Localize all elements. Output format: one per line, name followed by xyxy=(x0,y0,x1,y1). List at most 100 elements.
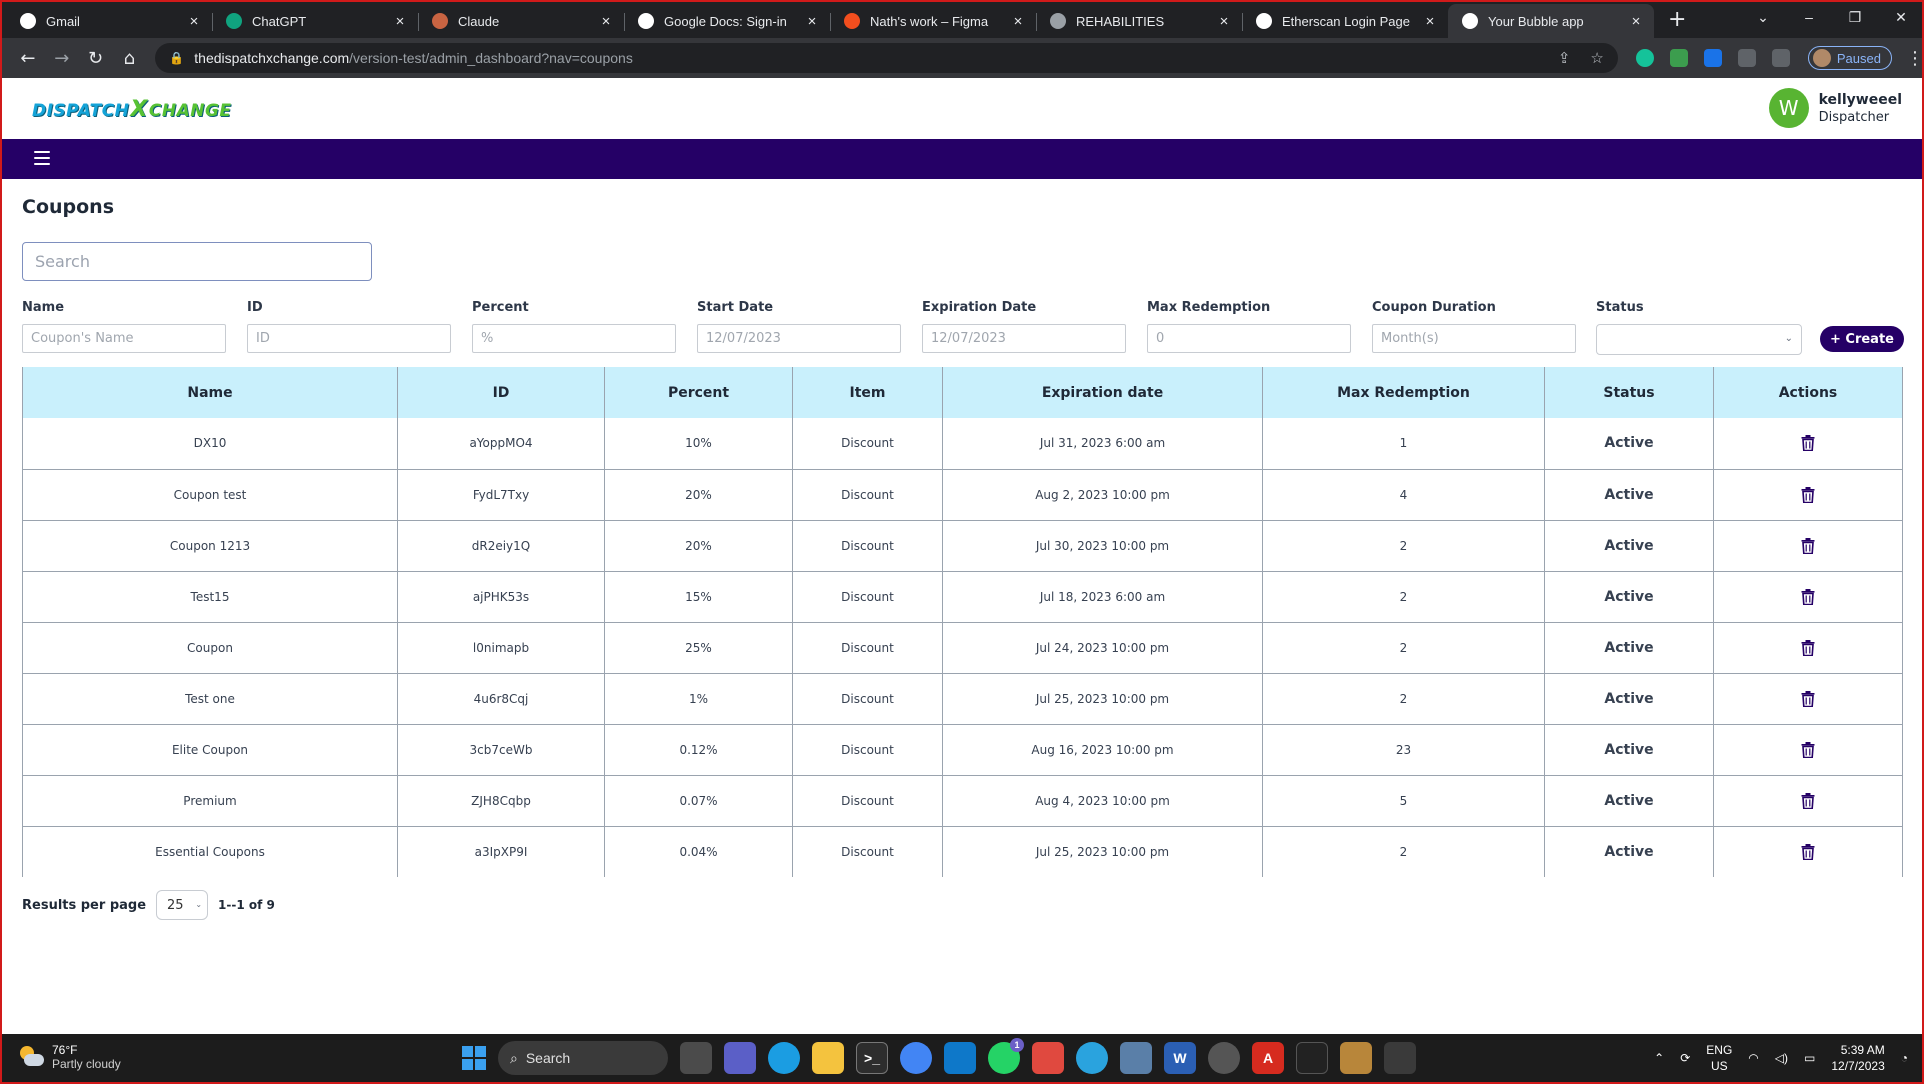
close-tab-icon[interactable]: × xyxy=(1628,13,1644,30)
bookmark-star-icon[interactable]: ☆ xyxy=(1590,49,1603,67)
coupon-name-field[interactable] xyxy=(22,324,226,353)
trash-icon[interactable] xyxy=(1801,741,1815,758)
column-header[interactable]: Max Redemption xyxy=(1262,367,1545,418)
column-header[interactable]: ID xyxy=(397,367,605,418)
word-icon[interactable]: W xyxy=(1164,1042,1196,1074)
user-menu[interactable]: W kellyweeel Dispatcher xyxy=(1768,88,1902,128)
download-icon[interactable] xyxy=(1703,49,1722,67)
table-row[interactable]: DX10 aYoppMO4 10% Discount Jul 31, 2023 6:00… xyxy=(22,418,1903,470)
app-icon[interactable] xyxy=(1032,1042,1064,1074)
trash-icon[interactable] xyxy=(1801,639,1815,656)
browser-tab[interactable]: Your Bubble app × xyxy=(1448,4,1654,38)
clock[interactable]: 5:39 AM 12/7/2023 xyxy=(1831,1042,1884,1074)
language-indicator[interactable]: ENG US xyxy=(1706,1042,1732,1074)
profile-button[interactable]: Paused xyxy=(1807,46,1892,70)
trash-icon[interactable] xyxy=(1801,843,1815,860)
browser-tab[interactable]: REHABILITIES × xyxy=(1036,4,1242,38)
hamburger-menu-icon[interactable] xyxy=(34,151,50,165)
side-panel-icon[interactable] xyxy=(1771,49,1790,67)
forward-arrow-icon[interactable]: → xyxy=(46,48,78,69)
column-header[interactable]: Status xyxy=(1544,367,1714,418)
close-tab-icon[interactable]: × xyxy=(392,13,408,30)
table-row[interactable]: Premium ZJH8Cqbp 0.07% Discount Aug 4, 2023 … xyxy=(22,775,1903,827)
grammarly-extension-icon[interactable] xyxy=(1635,49,1654,67)
photos-icon[interactable] xyxy=(1120,1042,1152,1074)
telegram-icon[interactable] xyxy=(1076,1042,1108,1074)
trash-icon[interactable] xyxy=(1801,690,1815,707)
extension-icon[interactable] xyxy=(1669,49,1688,67)
edge-icon[interactable] xyxy=(768,1042,800,1074)
close-tab-icon[interactable]: × xyxy=(1422,13,1438,30)
expiration-date-field[interactable] xyxy=(922,324,1126,353)
browser-menu-icon[interactable]: ⋮ xyxy=(1906,48,1924,69)
close-window-button[interactable]: ✕ xyxy=(1878,9,1924,26)
trash-icon[interactable] xyxy=(1801,435,1815,452)
chrome-icon[interactable] xyxy=(900,1042,932,1074)
teams-icon[interactable] xyxy=(724,1042,756,1074)
address-bar[interactable]: 🔒 thedispatchxchange.com/version-test/ad… xyxy=(155,43,1618,73)
trash-icon[interactable] xyxy=(1801,537,1815,554)
status-dropdown[interactable]: ⌄ xyxy=(1596,324,1802,355)
package-icon[interactable] xyxy=(1340,1042,1372,1074)
media-player-icon[interactable] xyxy=(1208,1042,1240,1074)
avatar[interactable]: W xyxy=(1768,88,1809,128)
results-per-page-select[interactable]: 25 ⌄ xyxy=(156,890,209,920)
windows-start-icon[interactable] xyxy=(462,1046,486,1070)
close-tab-icon[interactable]: × xyxy=(598,13,614,30)
volume-icon[interactable]: ◁) xyxy=(1775,1051,1788,1065)
table-row[interactable]: Elite Coupon 3cb7ceWb 0.12% Discount Aug 16,… xyxy=(22,724,1903,776)
close-tab-icon[interactable]: × xyxy=(186,13,202,30)
wifi-icon[interactable]: ◠ xyxy=(1748,1051,1758,1065)
home-icon[interactable]: ⌂ xyxy=(113,48,145,69)
lock-icon[interactable]: 🔒 xyxy=(169,51,184,65)
coupon-duration-field[interactable] xyxy=(1372,324,1576,353)
notifications-icon[interactable]: ◔ xyxy=(1901,1051,1908,1065)
browser-tab[interactable]: Google Docs: Sign-in × xyxy=(624,4,830,38)
browser-tab[interactable]: Gmail × xyxy=(6,4,212,38)
table-row[interactable]: Test one 4u6r8Cqj 1% Discount Jul 25, 2023 1… xyxy=(22,673,1903,725)
share-icon[interactable]: ⇪ xyxy=(1558,49,1571,67)
task-view-icon[interactable] xyxy=(680,1042,712,1074)
tab-search-icon[interactable]: ⌄ xyxy=(1740,9,1786,26)
dispatchxchange-logo[interactable]: DISPATCHXCHANGE xyxy=(32,97,232,122)
puzzle-extensions-icon[interactable] xyxy=(1737,49,1756,67)
trash-icon[interactable] xyxy=(1801,588,1815,605)
back-arrow-icon[interactable]: ← xyxy=(12,48,44,69)
table-row[interactable]: Coupon test FydL7Txy 20% Discount Aug 2, 202… xyxy=(22,469,1903,521)
terminal-icon[interactable]: >_ xyxy=(856,1042,888,1074)
browser-tab[interactable]: Claude × xyxy=(418,4,624,38)
active-app-icon[interactable] xyxy=(1384,1042,1416,1074)
browser-tab[interactable]: Nath's work – Figma × xyxy=(830,4,1036,38)
coupon-id-field[interactable] xyxy=(247,324,451,353)
file-explorer-icon[interactable] xyxy=(812,1042,844,1074)
weather-widget[interactable]: 76°F Partly cloudy xyxy=(18,1043,121,1071)
vscode-icon[interactable] xyxy=(944,1042,976,1074)
new-tab-button[interactable]: + xyxy=(1668,7,1686,32)
chevron-up-icon[interactable]: ⌃ xyxy=(1654,1051,1664,1065)
minimize-button[interactable]: – xyxy=(1786,9,1832,25)
browser-tab[interactable]: ChatGPT × xyxy=(212,4,418,38)
table-row[interactable]: Coupon 1213 dR2eiy1Q 20% Discount Jul 30, 20… xyxy=(22,520,1903,572)
close-tab-icon[interactable]: × xyxy=(1010,13,1026,30)
close-tab-icon[interactable]: × xyxy=(1216,13,1232,30)
percent-field[interactable] xyxy=(472,324,676,353)
trash-icon[interactable] xyxy=(1801,486,1815,503)
reload-icon[interactable]: ↻ xyxy=(80,48,112,69)
browser-tab[interactable]: Etherscan Login Page × xyxy=(1242,4,1448,38)
close-tab-icon[interactable]: × xyxy=(804,13,820,30)
start-date-field[interactable] xyxy=(697,324,901,353)
battery-icon[interactable]: ▭ xyxy=(1804,1051,1815,1065)
column-header[interactable]: Percent xyxy=(604,367,793,418)
column-header[interactable]: Item xyxy=(792,367,943,418)
restore-button[interactable]: ❐ xyxy=(1832,9,1878,26)
search-input[interactable] xyxy=(22,242,372,281)
table-row[interactable]: Coupon l0nimapb 25% Discount Jul 24, 2023 10… xyxy=(22,622,1903,674)
column-header[interactable]: Expiration date xyxy=(942,367,1263,418)
trash-icon[interactable] xyxy=(1801,792,1815,809)
sync-icon[interactable]: ⟳ xyxy=(1680,1051,1690,1065)
column-header[interactable]: Name xyxy=(22,367,398,418)
audio-app-icon[interactable] xyxy=(1296,1042,1328,1074)
create-coupon-button[interactable]: + Create xyxy=(1820,326,1904,352)
max-redemption-field[interactable] xyxy=(1147,324,1351,353)
whatsapp-icon[interactable]: 1 xyxy=(988,1038,1024,1074)
